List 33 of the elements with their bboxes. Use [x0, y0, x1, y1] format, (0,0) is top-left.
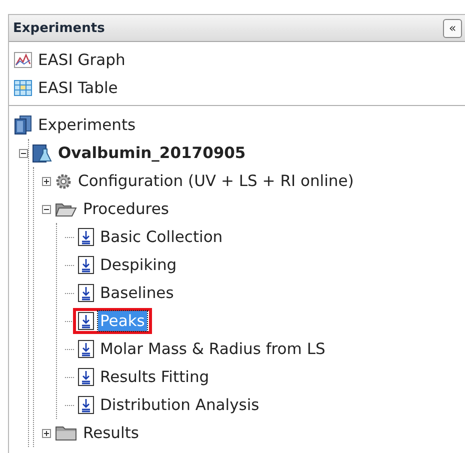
collapse-icon[interactable]	[42, 204, 51, 214]
tree-item[interactable]: Procedures	[81, 199, 171, 219]
tree-item[interactable]: Configuration (UV + LS + RI online)	[76, 171, 356, 191]
procedure-icon	[78, 284, 94, 302]
tree-item[interactable]: Molar Mass & Radius from LS	[98, 339, 328, 359]
open-folder-icon	[55, 201, 77, 217]
procedure-icon	[78, 340, 94, 358]
tree-item[interactable]: Basic Collection	[98, 227, 225, 247]
collapse-icon[interactable]	[19, 148, 28, 158]
tree-item[interactable]: Results	[81, 423, 141, 443]
books-icon	[14, 115, 32, 135]
procedure-icon	[78, 368, 94, 386]
tree-item[interactable]: Ovalbumin_20170905	[56, 143, 248, 163]
tree-item[interactable]: Baselines	[98, 283, 176, 303]
view-item[interactable]: EASI Table	[36, 78, 120, 98]
procedure-icon	[78, 396, 94, 414]
expand-icon[interactable]	[42, 428, 51, 438]
collapse-panel-button[interactable]: «	[443, 18, 462, 38]
view-item[interactable]: EASI Graph	[36, 50, 128, 70]
expand-icon[interactable]	[42, 176, 51, 186]
tree-item[interactable]: Despiking	[98, 255, 179, 275]
table-icon	[14, 80, 32, 96]
gear-icon	[55, 172, 72, 190]
tree-item[interactable]: Distribution Analysis	[98, 395, 262, 415]
procedure-icon	[78, 228, 94, 246]
folder-icon	[55, 425, 77, 441]
procedure-icon	[78, 256, 94, 274]
panel-title: Experiments	[13, 20, 105, 36]
flask-book-icon	[32, 143, 52, 163]
tree-item[interactable]: Results Fitting	[98, 367, 212, 387]
line-graph-icon	[14, 52, 32, 68]
tree-item[interactable]: Experiments	[36, 115, 138, 135]
procedure-icon	[78, 312, 94, 330]
